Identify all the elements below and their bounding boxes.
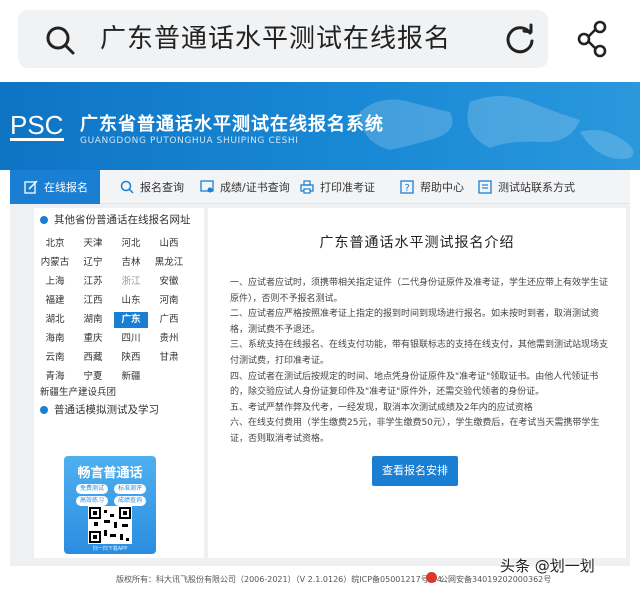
- sidebar-section-title: 普通话模拟测试及学习: [54, 404, 159, 416]
- search-box[interactable]: 广东普通话水平测试在线报名: [18, 10, 548, 68]
- promo-app-card[interactable]: 畅言普通话 免费测试 标准测评 高效练习 成绩查询 扫一扫下载APP: [64, 456, 156, 554]
- banner-subtitle: GUANGDONG PUTONGHUA SHUIPING CESHI: [80, 136, 299, 146]
- province-link[interactable]: 安徽: [152, 274, 186, 290]
- nav-registration-query[interactable]: 报名查询: [120, 170, 184, 204]
- province-link[interactable]: 广东: [114, 312, 148, 328]
- banner-title: 广东省普通话水平测试在线报名系统: [80, 114, 384, 135]
- search-query[interactable]: 广东普通话水平测试在线报名: [100, 20, 451, 58]
- page-title: 广东普通话水平测试报名介绍: [319, 235, 515, 251]
- nav-score-certificate-query[interactable]: 成绩/证书查询: [200, 170, 290, 204]
- nav-label: 打印准考证: [320, 181, 375, 194]
- nav-label: 在线报名: [44, 181, 88, 194]
- nav-label: 帮助中心: [420, 181, 464, 194]
- rules-list: 一、应试者应试时，须携带相关指定证件（二代身份证原件及准考证，学生还应带上有效学…: [230, 276, 616, 448]
- province-link[interactable]: 海南: [38, 331, 72, 347]
- edit-icon: [24, 180, 38, 194]
- site-banner: PSC 广东省普通话水平测试在线报名系统 GUANGDONG PUTONGHUA…: [0, 82, 640, 170]
- province-link[interactable]: 山东: [114, 293, 148, 309]
- svg-text:?: ?: [405, 183, 410, 194]
- promo-tag: 高效练习: [76, 496, 109, 506]
- promo-footer: 扫一扫下载APP: [92, 546, 128, 552]
- police-emblem-icon: [426, 572, 437, 583]
- promo-tag: 免费测试: [76, 484, 109, 494]
- province-link[interactable]: 四川: [114, 331, 148, 347]
- nav-print-admission-ticket[interactable]: 打印准考证: [300, 170, 375, 204]
- province-link[interactable]: 江苏: [76, 274, 110, 290]
- qr-code: [88, 506, 132, 544]
- province-link[interactable]: 宁夏: [76, 369, 110, 385]
- promo-tag: 标准测评: [114, 484, 147, 494]
- province-link[interactable]: 辽宁: [76, 255, 110, 271]
- province-link[interactable]: 内蒙古: [38, 255, 72, 271]
- promo-tag: 成绩查询: [114, 496, 147, 506]
- province-link[interactable]: 贵州: [152, 331, 186, 347]
- rule-item: 六、在线支付费用（学生缴费25元，非学生缴费50元），学生缴费后，在考试当天需携…: [230, 418, 600, 444]
- sidebar-section-provinces: 其他省份普通话在线报名网址: [40, 212, 191, 227]
- province-link[interactable]: 山西: [152, 236, 186, 252]
- province-link[interactable]: 北京: [38, 236, 72, 252]
- nav-online-registration[interactable]: 在线报名: [10, 170, 100, 204]
- province-link[interactable]: 湖南: [76, 312, 110, 328]
- rule-item: 四、应试者在测试后按规定的时间、地点凭身份证原件及"准考证"领取证书。由他人代领…: [230, 371, 599, 398]
- view-registration-schedule-button[interactable]: 查看报名安排: [372, 456, 458, 486]
- bullet-icon: [40, 215, 48, 224]
- bullet-icon: [40, 405, 48, 414]
- province-link[interactable]: 上海: [38, 274, 72, 290]
- nav-label: 报名查询: [140, 181, 184, 194]
- search-bar: 广东普通话水平测试在线报名: [0, 0, 640, 80]
- watermark: 头条 @划一划: [500, 557, 595, 575]
- sidebar: 其他省份普通话在线报名网址 北京 天津 河北 山西内蒙古 辽宁 吉林 黑龙江上海 江苏 浙江 安徽…: [34, 208, 204, 558]
- svg-text:PSC: PSC: [10, 110, 63, 140]
- sidebar-section-practice: 普通话模拟测试及学习: [40, 402, 159, 417]
- province-link[interactable]: 黑龙江: [152, 255, 186, 271]
- nav-label: 测试站联系方式: [498, 181, 575, 194]
- nav-label: 成绩/证书查询: [220, 181, 290, 194]
- province-link-xinjiang-corps[interactable]: 新疆生产建设兵团: [40, 384, 116, 398]
- sidebar-section-title: 其他省份普通话在线报名网址: [54, 214, 191, 226]
- nav-help-center[interactable]: ? 帮助中心: [400, 170, 464, 204]
- province-link[interactable]: 新疆: [114, 369, 148, 385]
- share-icon[interactable]: [576, 20, 610, 58]
- province-link[interactable]: 青海: [38, 369, 72, 385]
- contact-icon: [478, 180, 492, 194]
- printer-icon: [300, 180, 314, 194]
- province-link[interactable]: 浙江: [114, 274, 148, 290]
- certificate-icon: [200, 180, 214, 193]
- nav-test-station-contact[interactable]: 测试站联系方式: [478, 170, 575, 204]
- footer-copyright: 版权所有：科大讯飞股份有限公司（2006-2021）（V 2.1.0126）皖I…: [116, 575, 442, 584]
- province-link[interactable]: 云南: [38, 350, 72, 366]
- main-nav: 在线报名 报名查询 成绩/证书查询 打印准考证 ? 帮助中心 测试站联系方式: [10, 170, 630, 204]
- province-link[interactable]: 福建: [38, 293, 72, 309]
- province-link[interactable]: 陕西: [114, 350, 148, 366]
- province-link[interactable]: 天津: [76, 236, 110, 252]
- province-link[interactable]: 河北: [114, 236, 148, 252]
- province-link[interactable]: 河南: [152, 293, 186, 309]
- search-icon[interactable]: [44, 24, 76, 56]
- rule-item: 五、考试严禁作弊及代考，一经发现，取消本次测试成绩及2年内的应试资格: [230, 402, 533, 413]
- promo-title: 畅言普通话: [77, 466, 143, 481]
- rule-item: 三、系统支持在线报名、在线支付功能，带有银联标志的支持在线支付，其他需到测试站现…: [230, 340, 609, 366]
- province-link[interactable]: 广西: [152, 312, 186, 328]
- rule-item: 一、应试者应试时，须携带相关指定证件（二代身份证原件及准考证，学生还应带上有效学…: [230, 278, 609, 304]
- help-icon: ?: [400, 180, 414, 194]
- province-link[interactable]: 重庆: [76, 331, 110, 347]
- psc-logo: PSC: [8, 104, 68, 148]
- refresh-icon[interactable]: [503, 22, 537, 56]
- province-link[interactable]: 湖北: [38, 312, 72, 328]
- main-content: 广东普通话水平测试报名介绍 一、应试者应试时，须携带相关指定证件（二代身份证原件…: [208, 208, 626, 558]
- province-link[interactable]: 甘肃: [152, 350, 186, 366]
- rule-item: 二、应试者应严格按照准考证上指定的报到时间到现场进行报名。如未按时到者，取消测试…: [230, 309, 600, 335]
- province-link[interactable]: 西藏: [76, 350, 110, 366]
- province-link[interactable]: 吉林: [114, 255, 148, 271]
- search-icon: [120, 180, 134, 194]
- province-link[interactable]: 江西: [76, 293, 110, 309]
